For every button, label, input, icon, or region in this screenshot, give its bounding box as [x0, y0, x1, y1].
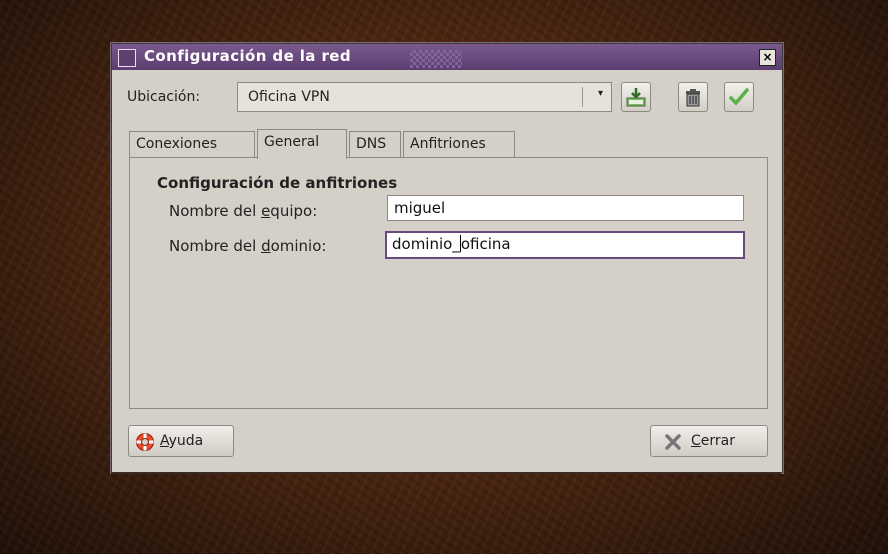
help-label: Ayuda [160, 433, 204, 449]
section-title: Configuración de anfitriones [157, 174, 398, 192]
general-tab-panel: Configuración de anfitriones Nombre del … [129, 157, 768, 409]
network-settings-dialog: Configuración de la red × Ubicación: Ofi… [111, 43, 783, 473]
chevron-down-icon[interactable]: ▾ [598, 88, 603, 99]
window-title: Configuración de la red [144, 47, 351, 65]
domain-input[interactable]: dominio_oficina [385, 231, 745, 259]
close-label: Cerrar [691, 433, 735, 449]
close-icon [665, 434, 681, 450]
lifebuoy-icon [136, 433, 154, 451]
help-button[interactable]: Ayuda [128, 425, 234, 457]
hostname-input[interactable]: miguel [387, 195, 744, 221]
combo-separator [582, 87, 583, 107]
apply-location-button[interactable] [724, 82, 754, 112]
dialog-shadow [111, 472, 781, 474]
title-bar[interactable]: Configuración de la red × [112, 44, 782, 70]
trash-icon [686, 89, 700, 107]
tab-general[interactable]: General [257, 129, 347, 159]
location-combobox[interactable]: Oficina VPN ▾ [237, 82, 612, 112]
location-label: Ubicación: [127, 89, 201, 105]
tab-dns[interactable]: DNS [349, 131, 401, 157]
save-location-button[interactable] [621, 82, 651, 112]
titlebar-pattern [410, 50, 462, 68]
delete-location-button[interactable] [678, 82, 708, 112]
window-menu-icon[interactable] [118, 49, 136, 67]
save-icon [626, 88, 646, 107]
tab-anfitriones[interactable]: Anfitriones [403, 131, 515, 157]
checkmark-icon [729, 88, 749, 106]
tab-conexiones[interactable]: Conexiones [129, 131, 255, 157]
location-value: Oficina VPN [248, 89, 330, 105]
hostname-value: miguel [394, 199, 446, 217]
hostname-label: Nombre del equipo: [169, 202, 318, 220]
domain-label: Nombre del dominio: [169, 237, 327, 255]
close-window-button[interactable]: × [759, 49, 776, 66]
close-button[interactable]: Cerrar [650, 425, 768, 457]
